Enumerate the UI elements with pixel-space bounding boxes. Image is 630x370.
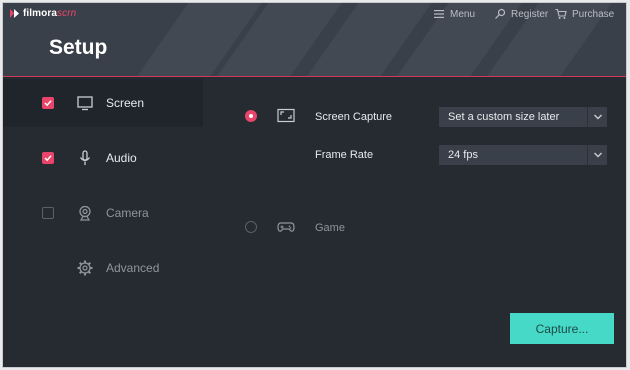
screen-capture-radio[interactable] bbox=[245, 110, 257, 122]
app-window: filmorascrn Menu Register Purchase Setup… bbox=[2, 2, 627, 368]
sidebar-item-label: Camera bbox=[106, 206, 149, 220]
app-logo: filmorascrn bbox=[9, 8, 76, 19]
webcam-icon bbox=[79, 205, 91, 221]
capture-size-dropdown[interactable]: Set a custom size later bbox=[439, 107, 607, 127]
sidebar: Screen Audio Camera Advanced bbox=[3, 78, 203, 367]
header-divider bbox=[3, 76, 626, 77]
window-frame: filmorascrn Menu Register Purchase Setup… bbox=[0, 0, 630, 370]
screen-capture-label: Screen Capture bbox=[315, 111, 393, 123]
purchase-button[interactable]: Purchase bbox=[555, 8, 614, 20]
sidebar-item-audio[interactable]: Audio bbox=[3, 134, 203, 182]
hamburger-icon bbox=[434, 10, 444, 18]
logo-icon bbox=[10, 9, 19, 18]
chevron-down-icon bbox=[594, 114, 602, 120]
page-title: Setup bbox=[49, 36, 108, 59]
frame-rate-dropdown[interactable]: 24 fps bbox=[439, 145, 607, 165]
monitor-icon bbox=[77, 96, 93, 111]
camera-checkbox[interactable] bbox=[42, 207, 54, 219]
dropdown-arrow[interactable] bbox=[587, 145, 607, 165]
frame-rate-value: 24 fps bbox=[448, 149, 478, 161]
gear-icon bbox=[77, 260, 93, 276]
menu-button[interactable]: Menu bbox=[433, 8, 475, 20]
cart-icon bbox=[555, 8, 567, 19]
sidebar-item-label: Advanced bbox=[106, 261, 160, 275]
screen-region-icon bbox=[277, 108, 295, 123]
key-icon bbox=[495, 8, 506, 19]
header: filmorascrn Menu Register Purchase Setup bbox=[3, 3, 626, 77]
capture-size-value: Set a custom size later bbox=[448, 111, 560, 123]
game-label: Game bbox=[315, 222, 345, 234]
sidebar-item-screen[interactable]: Screen bbox=[3, 79, 203, 127]
game-radio[interactable] bbox=[245, 221, 257, 233]
brand-suffix: scrn bbox=[57, 8, 77, 19]
logo-text: filmorascrn bbox=[23, 8, 76, 19]
check-icon bbox=[44, 100, 52, 107]
sidebar-item-advanced[interactable]: Advanced bbox=[3, 244, 203, 292]
menu-label: Menu bbox=[450, 8, 476, 20]
screen-checkbox[interactable] bbox=[42, 97, 54, 109]
purchase-label: Purchase bbox=[572, 8, 615, 20]
microphone-icon bbox=[79, 150, 91, 165]
frame-rate-label: Frame Rate bbox=[315, 149, 374, 161]
gamepad-icon bbox=[277, 222, 295, 232]
chevron-down-icon bbox=[594, 152, 602, 158]
audio-checkbox[interactable] bbox=[42, 152, 54, 164]
brand-name: filmora bbox=[23, 8, 58, 19]
sidebar-item-label: Screen bbox=[106, 96, 145, 110]
dropdown-arrow[interactable] bbox=[587, 107, 607, 127]
capture-button[interactable]: Capture... bbox=[510, 313, 614, 344]
check-icon bbox=[44, 155, 52, 162]
sidebar-item-label: Audio bbox=[106, 151, 137, 165]
register-button[interactable]: Register bbox=[494, 8, 548, 20]
sidebar-item-camera[interactable]: Camera bbox=[3, 189, 203, 237]
register-label: Register bbox=[511, 8, 549, 20]
